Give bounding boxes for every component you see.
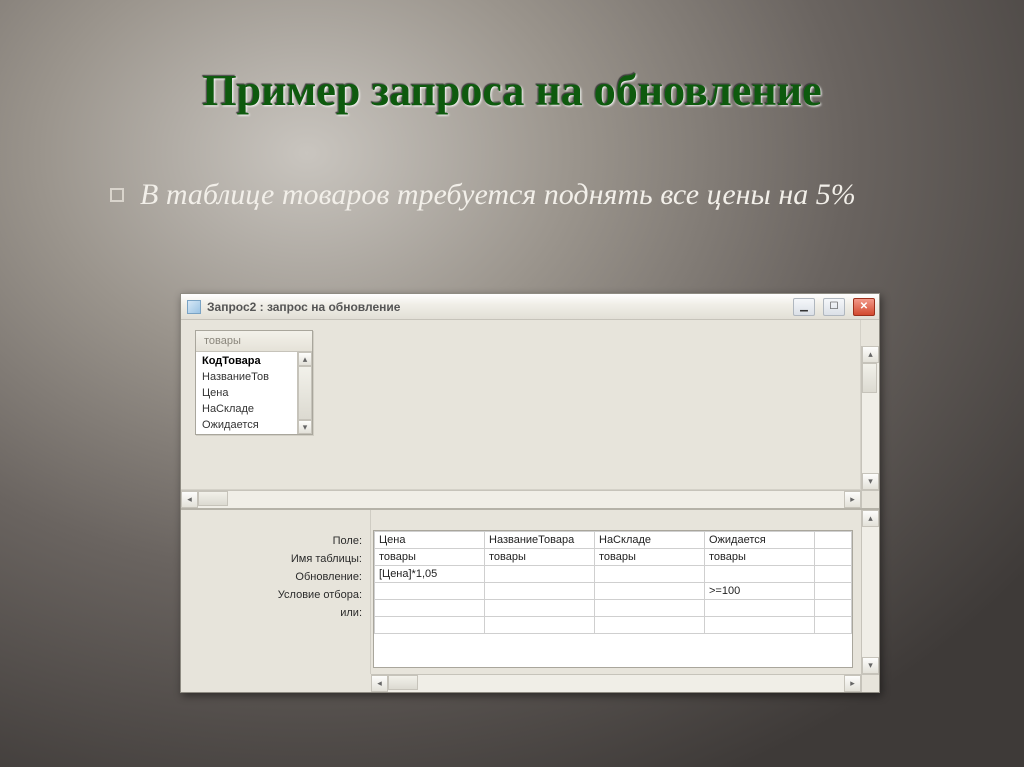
upper-pane: товары КодТовара НазваниеТов Цена НаСкла… — [181, 320, 879, 510]
label-or: или: — [181, 604, 370, 622]
fieldlist-item[interactable]: НаСкладе — [196, 401, 312, 417]
grid-cell[interactable] — [485, 600, 595, 617]
bullet-text: В таблице товаров требуется поднять все … — [140, 176, 856, 214]
grid-cell[interactable] — [705, 600, 815, 617]
grid-cell[interactable]: НазваниеТовара — [485, 532, 595, 549]
upper-pane-body[interactable]: товары КодТовара НазваниеТов Цена НаСкла… — [181, 320, 861, 490]
scroll-thumb[interactable] — [298, 366, 312, 420]
grid-row-criteria: >=100 — [375, 583, 852, 600]
grid-cell[interactable] — [375, 583, 485, 600]
grid-cell[interactable] — [595, 583, 705, 600]
lower-vertical-scrollbar[interactable]: ▴ ▾ — [861, 510, 879, 674]
grid-cell[interactable] — [705, 566, 815, 583]
grid-cell[interactable] — [815, 549, 852, 566]
scroll-thumb[interactable] — [862, 363, 877, 393]
scroll-up-icon[interactable]: ▴ — [298, 352, 312, 366]
slide-title: Пример запроса на обновление — [0, 65, 1024, 116]
bullet-marker-icon — [110, 188, 124, 202]
fieldlist-scrollbar[interactable]: ▴ ▾ — [297, 352, 312, 434]
scroll-up-icon[interactable]: ▴ — [862, 510, 879, 527]
grid-cell[interactable]: >=100 — [705, 583, 815, 600]
grid-cell[interactable] — [815, 583, 852, 600]
design-grid-area: Поле: Имя таблицы: Обновление: Условие о… — [181, 510, 861, 674]
grid-cell[interactable] — [815, 617, 852, 634]
grid-cell[interactable]: товары — [705, 549, 815, 566]
fieldlist-item[interactable]: Цена — [196, 385, 312, 401]
grid-cell[interactable] — [485, 583, 595, 600]
fieldlist-title: товары — [196, 331, 312, 352]
grid-cell[interactable]: товары — [595, 549, 705, 566]
grid-cell[interactable] — [705, 617, 815, 634]
maximize-button[interactable]: ☐ — [823, 298, 845, 316]
scroll-corner — [861, 490, 879, 508]
grid-cell[interactable] — [815, 600, 852, 617]
scroll-down-icon[interactable]: ▾ — [298, 420, 312, 434]
fieldlist-item[interactable]: НазваниеТов — [196, 369, 312, 385]
fieldlist-item[interactable]: Ожидается — [196, 417, 312, 433]
grid-cell[interactable] — [595, 600, 705, 617]
bullet-item: В таблице товаров требуется поднять все … — [110, 176, 934, 214]
scroll-corner — [861, 674, 879, 692]
access-query-window: Запрос2 : запрос на обновление ▁ ☐ ✕ тов… — [180, 293, 880, 693]
scroll-right-icon[interactable]: ▸ — [844, 675, 861, 692]
lower-pane: Поле: Имя таблицы: Обновление: Условие о… — [181, 510, 879, 692]
grid-cell[interactable] — [375, 617, 485, 634]
fieldlist-box[interactable]: товары КодТовара НазваниеТов Цена НаСкла… — [195, 330, 313, 435]
grid-cell[interactable] — [485, 566, 595, 583]
design-grid[interactable]: Цена НазваниеТовара НаСкладе Ожидается т… — [373, 530, 853, 668]
label-field: Поле: — [181, 532, 370, 550]
grid-cell[interactable] — [815, 566, 852, 583]
scroll-right-icon[interactable]: ▸ — [844, 491, 861, 508]
scroll-left-icon[interactable]: ◂ — [371, 675, 388, 692]
label-criteria: Условие отбора: — [181, 586, 370, 604]
close-button[interactable]: ✕ — [853, 298, 875, 316]
scroll-left-icon[interactable]: ◂ — [181, 491, 198, 508]
label-table: Имя таблицы: — [181, 550, 370, 568]
grid-cell[interactable] — [595, 617, 705, 634]
window-title: Запрос2 : запрос на обновление — [207, 300, 785, 314]
grid-cell[interactable]: НаСкладе — [595, 532, 705, 549]
grid-cell[interactable]: товары — [375, 549, 485, 566]
scroll-thumb[interactable] — [198, 491, 228, 506]
grid-cell[interactable]: товары — [485, 549, 595, 566]
grid-cell[interactable] — [375, 600, 485, 617]
design-grid-rowlabels: Поле: Имя таблицы: Обновление: Условие о… — [181, 510, 371, 674]
grid-cell[interactable]: Ожидается — [705, 532, 815, 549]
grid-row-update: [Цена]*1,05 — [375, 566, 852, 583]
window-titlebar[interactable]: Запрос2 : запрос на обновление ▁ ☐ ✕ — [181, 294, 879, 320]
grid-cell[interactable]: Цена — [375, 532, 485, 549]
grid-row-blank — [375, 617, 852, 634]
scroll-down-icon[interactable]: ▾ — [862, 657, 879, 674]
lower-horizontal-scrollbar[interactable]: ◂ ▸ — [371, 674, 861, 692]
grid-cell[interactable] — [815, 532, 852, 549]
upper-horizontal-scrollbar[interactable]: ◂ ▸ — [181, 490, 861, 508]
fieldlist-body[interactable]: КодТовара НазваниеТов Цена НаСкладе Ожид… — [196, 352, 312, 434]
grid-row-or — [375, 600, 852, 617]
upper-vertical-scrollbar[interactable]: ▴ ▾ — [861, 346, 879, 490]
label-update: Обновление: — [181, 568, 370, 586]
grid-row-table: товары товары товары товары — [375, 549, 852, 566]
grid-cell[interactable] — [485, 617, 595, 634]
fieldlist-item[interactable]: КодТовара — [196, 353, 312, 369]
window-icon — [187, 300, 201, 314]
minimize-button[interactable]: ▁ — [793, 298, 815, 316]
grid-cell[interactable] — [595, 566, 705, 583]
scroll-down-icon[interactable]: ▾ — [862, 473, 879, 490]
scroll-thumb[interactable] — [388, 675, 418, 690]
scroll-up-icon[interactable]: ▴ — [862, 346, 879, 363]
grid-row-field: Цена НазваниеТовара НаСкладе Ожидается — [375, 532, 852, 549]
grid-cell[interactable]: [Цена]*1,05 — [375, 566, 485, 583]
